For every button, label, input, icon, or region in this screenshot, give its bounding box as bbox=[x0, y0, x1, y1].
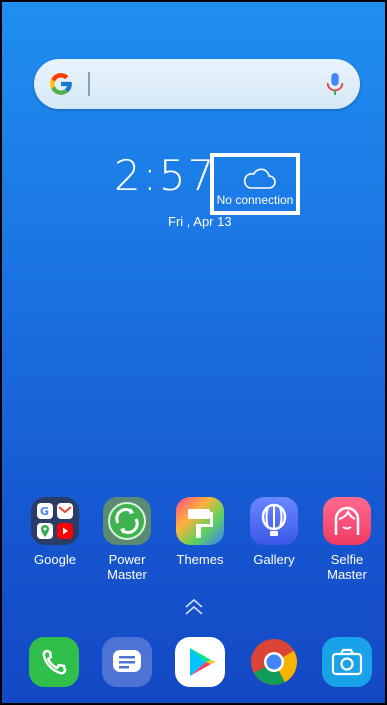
selfie-master-icon bbox=[323, 497, 371, 545]
chevron-up-double-icon[interactable] bbox=[181, 596, 207, 618]
cloud-icon bbox=[243, 168, 276, 189]
dock-camera[interactable] bbox=[310, 637, 384, 687]
dock-messages[interactable] bbox=[90, 637, 164, 687]
svg-text:G: G bbox=[40, 505, 49, 518]
app-label: Themes bbox=[176, 552, 224, 567]
google-search-bar[interactable] bbox=[34, 59, 360, 109]
camera-icon bbox=[322, 637, 372, 687]
home-screen: 2:57 Fri , Apr 13 No connection G Google bbox=[0, 0, 387, 705]
weather-widget[interactable]: No connection bbox=[210, 153, 300, 215]
app-google-folder[interactable]: G Google bbox=[18, 497, 92, 567]
dock-chrome[interactable] bbox=[237, 637, 311, 687]
clock-date[interactable]: Fri , Apr 13 bbox=[168, 214, 232, 229]
google-folder-icon: G bbox=[31, 497, 79, 545]
dock-play-store[interactable] bbox=[163, 637, 237, 687]
app-selfie-master[interactable]: Selfie Master bbox=[310, 497, 384, 582]
phone-icon bbox=[29, 637, 79, 687]
dock-phone[interactable] bbox=[17, 637, 91, 687]
text-cursor bbox=[88, 72, 90, 96]
app-label: Google bbox=[34, 552, 76, 567]
app-power-master[interactable]: Power Master bbox=[90, 497, 164, 582]
microphone-icon[interactable] bbox=[324, 72, 346, 96]
themes-icon bbox=[176, 497, 224, 545]
app-gallery[interactable]: Gallery bbox=[237, 497, 311, 567]
gallery-icon bbox=[250, 497, 298, 545]
app-themes[interactable]: Themes bbox=[163, 497, 237, 567]
weather-status: No connection bbox=[216, 193, 294, 207]
app-label: Gallery bbox=[253, 552, 295, 567]
chrome-icon bbox=[249, 637, 299, 687]
app-label: Power Master bbox=[107, 552, 147, 582]
app-label: Selfie Master bbox=[327, 552, 367, 582]
google-g-icon bbox=[50, 73, 72, 95]
clock-time[interactable]: 2:57 bbox=[114, 152, 216, 200]
power-master-icon bbox=[103, 497, 151, 545]
play-store-icon bbox=[175, 637, 225, 687]
messages-icon bbox=[102, 637, 152, 687]
